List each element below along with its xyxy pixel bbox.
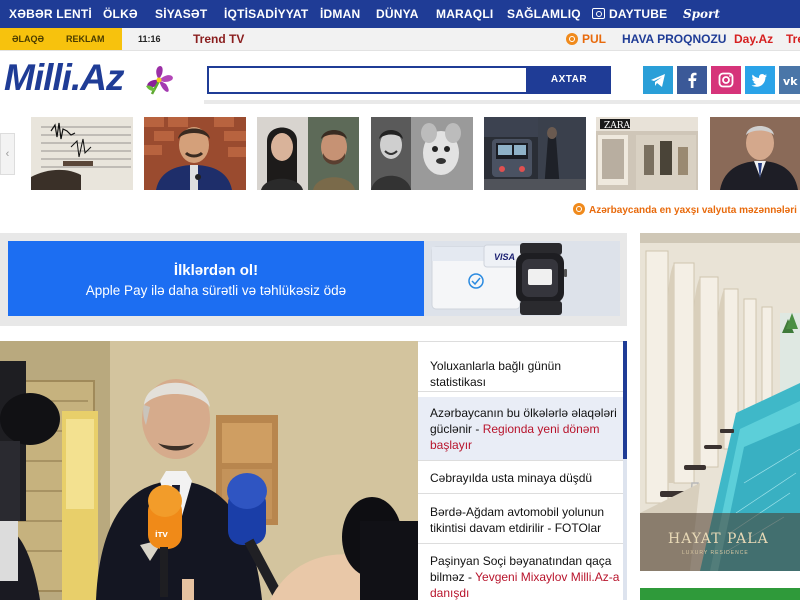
two-faces-image [257, 117, 359, 190]
nav-item-siyaset[interactable]: SİYASƏT [155, 0, 207, 28]
news-thumbnail[interactable] [257, 117, 359, 190]
news-list-item[interactable]: Paşinyan Soçi bəyanatından qaça bilməz -… [418, 545, 626, 600]
nav-item-daytube[interactable]: DAYTUBE [592, 0, 667, 28]
header-divider [204, 100, 800, 104]
news-headline: Cəbrayılda usta minaya düşdü [430, 471, 593, 485]
hotel-pool-image [640, 233, 800, 571]
news-thumbnail[interactable] [710, 117, 800, 190]
news-list-item[interactable]: Azərbaycanın bu ölkələrlə əlaqələri gücl… [418, 397, 626, 461]
news-headline: Yoluxanlarla bağlı günün statistikası [430, 359, 561, 389]
svg-text:vk: vk [783, 75, 798, 88]
svg-text:ZARA: ZARA [604, 121, 631, 131]
tv-host-image [144, 117, 246, 190]
contact-link[interactable]: ƏLAQƏ [12, 28, 44, 50]
telegram-icon [651, 74, 665, 87]
nav-item-iqtisadiyyat[interactable]: İQTİSADİYYAT [224, 0, 308, 28]
facebook-button[interactable] [677, 66, 707, 94]
trend-link[interactable]: Tre [786, 28, 800, 50]
pul-link[interactable]: PUL [566, 28, 606, 50]
top-category-nav: XƏBƏR LENTİ ÖLKƏ SİYASƏT İQTİSADİYYAT İD… [0, 0, 800, 28]
hotel-side-ad[interactable] [640, 233, 800, 571]
news-list-item[interactable]: Yoluxanlarla bağlı günün statistikası [418, 350, 626, 392]
twitter-icon [751, 74, 767, 87]
currency-marquee[interactable]: Azərbaycanda en yaxşı valyuta məzənnələr… [573, 203, 797, 218]
weather-link[interactable]: HAVA PROQNOZU [622, 28, 726, 50]
news-headline: Bərdə-Ağdam avtomobil yolunun tikintisi … [430, 505, 605, 535]
news-list-item[interactable]: Cəbrayılda usta minaya düşdü [418, 462, 626, 494]
seismograph-image [31, 117, 133, 190]
nav-item-sport-fm[interactable]: Sport [683, 0, 720, 28]
news-list-item[interactable]: Bərdə-Ağdam avtomobil yolunun tikintisi … [418, 496, 626, 544]
nav-item-dunya[interactable]: DÜNYA [376, 0, 419, 28]
carousel-prev-button[interactable]: ‹ [0, 133, 15, 175]
ad-headline: İlklərdən ol! [173, 262, 259, 279]
hotel-brand-name: HAYAT PALA [668, 531, 769, 547]
ad-subline: Apple Pay ilə daha sürətli və təhlükəsiz… [85, 283, 347, 298]
politician-portrait-image [710, 117, 800, 190]
nav-item-maraqli[interactable]: MARAQLI [436, 0, 493, 28]
news-thumbnail[interactable]: ZARA [596, 117, 698, 190]
nav-item-idman[interactable]: İDMAN [320, 0, 360, 28]
instagram-icon [718, 72, 734, 88]
ad-visual[interactable]: VISA [424, 241, 620, 316]
nav-item-olke[interactable]: ÖLKƏ [103, 0, 138, 28]
news-thumbnail[interactable] [371, 117, 473, 190]
top-news-list: Yoluxanlarla bağlı günün statistikası Az… [418, 341, 626, 600]
marquee-text: Azərbaycanda en yaxşı valyuta məzənnələr… [589, 205, 797, 216]
contact-ad-box: ƏLAQƏ REKLAM [0, 28, 122, 50]
news-thumbnail[interactable] [484, 117, 586, 190]
hotel-brand-sub: LUXURY RESIDENCE [682, 550, 749, 556]
flower-logo-icon [146, 66, 173, 95]
instagram-button[interactable] [711, 66, 741, 94]
twitter-button[interactable] [745, 66, 775, 94]
camera-icon [592, 8, 605, 19]
telegram-button[interactable] [643, 66, 673, 94]
nav-item-xeber-lenti[interactable]: XƏBƏR LENTİ [9, 0, 92, 28]
coin-icon [573, 203, 585, 215]
current-time: 11:16 [138, 34, 161, 44]
pul-label: PUL [582, 32, 606, 46]
search-button[interactable]: AXTAR [527, 66, 611, 94]
visa-label: VISA [494, 252, 515, 262]
site-logo[interactable]: Milli.Az [4, 56, 124, 100]
featured-news-image[interactable]: İTV [0, 341, 418, 600]
metro-train-image [484, 117, 586, 190]
svg-text:İTV: İTV [155, 530, 168, 539]
coin-icon [566, 33, 578, 45]
sport-fm-label: Sport [683, 7, 720, 21]
vk-icon: vk [783, 75, 798, 88]
card-watch-image: VISA [424, 241, 620, 316]
trend-tv-link[interactable]: Trend TV [193, 28, 244, 50]
search-input[interactable] [207, 66, 528, 94]
advertising-link[interactable]: REKLAM [66, 28, 105, 50]
news-thumbnail[interactable] [144, 117, 246, 190]
green-ad-strip [640, 588, 800, 600]
nav-item-saglamliq[interactable]: SAĞLAMLIQ [507, 0, 581, 28]
utility-bar: ƏLAQƏ REKLAM 11:16 Trend TV PUL HAVA PRO… [0, 28, 800, 51]
facebook-icon [688, 72, 697, 88]
cartoon-collage-image [371, 117, 473, 190]
apple-pay-ad[interactable]: İlklərdən ol! Apple Pay ilə daha sürətli… [8, 241, 424, 316]
zara-store-image: ZARA [596, 117, 698, 190]
president-interview-image: İTV [0, 341, 418, 600]
daytube-label: DAYTUBE [609, 7, 668, 21]
vk-button[interactable]: vk [779, 66, 800, 94]
news-thumbnail[interactable] [31, 117, 133, 190]
news-list-scrollbar-thumb[interactable] [623, 341, 627, 459]
day-az-link[interactable]: Day.Az [734, 28, 773, 50]
